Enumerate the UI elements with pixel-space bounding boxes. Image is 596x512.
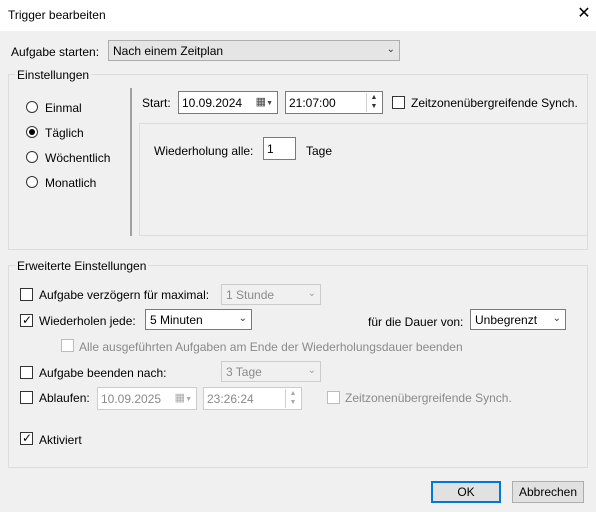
start-task-select[interactable]: Nach einem Zeitplan ⌄	[108, 40, 400, 61]
delay-checkbox[interactable]	[20, 288, 33, 301]
repeat-interval-value: 5 Minuten	[150, 313, 203, 327]
time-spinner[interactable]: ▲ ▼	[366, 93, 381, 112]
duration-value: Unbegrenzt	[475, 313, 538, 327]
vertical-separator	[130, 88, 132, 236]
stop-after-select[interactable]: 3 Tage ⌄	[221, 361, 321, 382]
start-time-field[interactable]: 21:07:00 ▲ ▼	[285, 91, 383, 114]
start-date-picker[interactable]: 10.09.2024 ▦▼	[178, 91, 278, 114]
start-task-value: Nach einem Zeitplan	[113, 44, 224, 58]
stop-all-checkbox[interactable]	[61, 339, 74, 352]
cancel-button[interactable]: Abbrechen	[512, 481, 584, 503]
spin-up-icon[interactable]: ▲	[367, 93, 381, 102]
ok-button[interactable]: OK	[431, 481, 501, 503]
expire-label: Ablaufen:	[39, 391, 90, 405]
spin-down-icon[interactable]: ▼	[286, 398, 300, 407]
delay-label: Aufgabe verzögern für maximal:	[39, 288, 210, 302]
start-label: Start:	[142, 96, 171, 110]
expire-time-value: 23:26:24	[207, 392, 254, 406]
calendar-icon[interactable]: ▦▼	[175, 391, 192, 404]
repeat-every-label: Wiederholung alle:	[154, 144, 254, 158]
chevron-down-icon: ⌄	[238, 313, 247, 324]
start-time-value: 21:07:00	[289, 96, 336, 110]
start-task-label: Aufgabe starten:	[11, 45, 100, 59]
spin-up-icon[interactable]: ▲	[286, 389, 300, 398]
repeat-unit-label: Tage	[306, 144, 333, 158]
expire-sync-checkbox[interactable]	[327, 391, 340, 404]
stop-after-checkbox[interactable]	[20, 366, 33, 379]
duration-label: für die Dauer von:	[368, 315, 464, 329]
duration-select[interactable]: Unbegrenzt ⌄	[470, 309, 566, 330]
chevron-down-icon: ⌄	[386, 44, 395, 55]
repeat-checkbox[interactable]: ✓	[20, 313, 33, 327]
enabled-label: Aktiviert	[39, 433, 82, 447]
stop-after-label: Aufgabe beenden nach:	[39, 366, 167, 380]
stop-all-label: Alle ausgeführten Aufgaben am Ende der W…	[79, 340, 463, 354]
sync-checkbox[interactable]	[392, 96, 405, 109]
calendar-icon[interactable]: ▦▼	[256, 95, 273, 108]
recurrence-panel	[139, 123, 588, 236]
delay-value: 1 Stunde	[226, 288, 275, 302]
repeat-days-input[interactable]: 1	[263, 137, 296, 160]
window-title: Trigger bearbeiten	[8, 8, 106, 22]
expire-date-picker[interactable]: 10.09.2025 ▦▼	[97, 387, 197, 410]
radio-weekly[interactable]	[26, 151, 38, 163]
sync-label: Zeitzonenübergreifende Synch.	[411, 96, 578, 110]
delay-select[interactable]: 1 Stunde ⌄	[221, 284, 321, 305]
chevron-down-icon: ⌄	[307, 365, 316, 376]
radio-once-label: Einmal	[45, 101, 82, 115]
check-icon: ✓	[22, 313, 33, 327]
radio-monthly-label: Monatlich	[45, 176, 97, 190]
radio-weekly-label: Wöchentlich	[45, 151, 111, 165]
radio-once[interactable]	[26, 101, 38, 113]
close-icon[interactable]: ✕	[574, 4, 594, 24]
time-spinner[interactable]: ▲ ▼	[285, 389, 300, 408]
check-icon: ✓	[22, 431, 33, 445]
radio-monthly[interactable]	[26, 176, 38, 188]
expire-date-value: 10.09.2025	[101, 392, 162, 406]
stop-after-value: 3 Tage	[226, 365, 262, 379]
start-date-value: 10.09.2024	[182, 96, 243, 110]
repeat-label: Wiederholen jede:	[39, 314, 136, 328]
expire-time-field[interactable]: 23:26:24 ▲ ▼	[203, 387, 302, 410]
expire-checkbox[interactable]	[20, 391, 33, 404]
chevron-down-icon: ⌄	[552, 313, 561, 324]
settings-group-title: Einstellungen	[15, 68, 92, 82]
expire-sync-label: Zeitzonenübergreifende Synch.	[345, 391, 512, 405]
radio-daily[interactable]	[26, 126, 38, 138]
radio-daily-label: Täglich	[45, 126, 84, 140]
enabled-checkbox[interactable]: ✓	[20, 431, 33, 445]
repeat-interval-select[interactable]: 5 Minuten ⌄	[145, 309, 252, 330]
chevron-down-icon: ⌄	[307, 288, 316, 299]
repeat-days-value: 1	[267, 142, 274, 156]
spin-down-icon[interactable]: ▼	[367, 102, 381, 111]
advanced-group-title: Erweiterte Einstellungen	[15, 259, 149, 273]
